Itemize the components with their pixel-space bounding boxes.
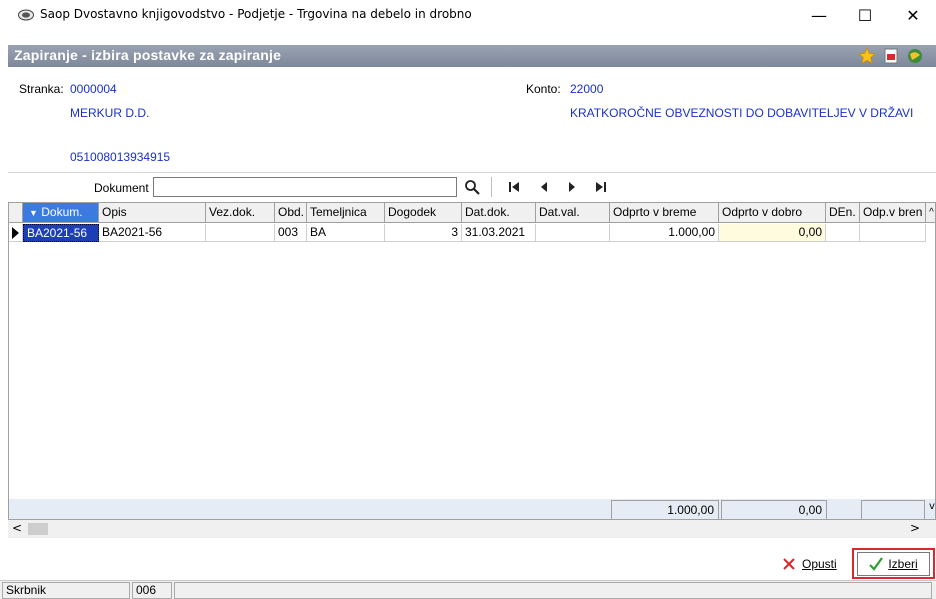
column-header-odp-v-breme[interactable]: Odp.v bren bbox=[860, 203, 926, 223]
next-record-button[interactable] bbox=[562, 178, 582, 196]
cell-odp-v-breme[interactable] bbox=[860, 224, 926, 242]
column-header-dat-dok[interactable]: Dat.dok. bbox=[462, 203, 536, 223]
total-odp-v-breme bbox=[861, 500, 925, 519]
column-header-dogodek[interactable]: Dogodek bbox=[385, 203, 462, 223]
scroll-up-icon[interactable]: ^ bbox=[926, 203, 935, 223]
toolbar-separator bbox=[8, 172, 936, 173]
last-record-icon bbox=[596, 182, 606, 192]
cell-den[interactable] bbox=[826, 224, 860, 242]
column-header-opis[interactable]: Opis bbox=[99, 203, 206, 223]
header-icons bbox=[858, 46, 924, 66]
form-title: Zapiranje - izbira postavke za zapiranje bbox=[14, 47, 282, 63]
status-code: 006 bbox=[132, 582, 172, 599]
column-header-odprto-v-dobro[interactable]: Odprto v dobro bbox=[719, 203, 826, 223]
next-record-icon bbox=[569, 182, 575, 192]
previous-record-button[interactable] bbox=[534, 178, 554, 196]
maximize-button[interactable]: ☐ bbox=[842, 0, 888, 30]
first-record-icon bbox=[509, 182, 519, 192]
stranka-label: Stranka: bbox=[19, 82, 64, 96]
column-header-dat-val[interactable]: Dat.val. bbox=[536, 203, 610, 223]
column-header-temeljnica[interactable]: Temeljnica bbox=[307, 203, 385, 223]
items-grid[interactable]: ▼ Dokum. Opis Vez.dok. Obd. Temeljnica D… bbox=[8, 202, 936, 520]
status-bar: Skrbnik 006 bbox=[0, 580, 936, 599]
status-user: Skrbnik bbox=[2, 582, 130, 599]
cell-dat-val[interactable] bbox=[536, 224, 610, 242]
select-button-face[interactable]: Izberi bbox=[857, 551, 930, 576]
column-header-obd[interactable]: Obd. bbox=[275, 203, 307, 223]
last-record-button[interactable] bbox=[591, 178, 611, 196]
column-header-odprto-v-breme[interactable]: Odprto v breme bbox=[610, 203, 719, 223]
column-header-vez-dok[interactable]: Vez.dok. bbox=[206, 203, 275, 223]
select-button[interactable]: Izberi bbox=[852, 548, 935, 579]
app-logo-icon bbox=[18, 9, 34, 21]
row-indicator bbox=[9, 224, 23, 242]
cell-temeljnica[interactable]: BA bbox=[307, 224, 385, 242]
konto-code: 22000 bbox=[570, 82, 604, 96]
cell-dokum[interactable]: BA2021-56 bbox=[23, 224, 99, 242]
scrollbar-thumb[interactable] bbox=[28, 523, 48, 535]
first-record-button[interactable] bbox=[504, 178, 524, 196]
total-odprto-v-dobro: 0,00 bbox=[721, 500, 827, 519]
window-title: Saop Dvostavno knjigovodstvo - Podjetje … bbox=[40, 7, 472, 21]
cancel-button-label: Opusti bbox=[802, 557, 837, 571]
cell-dogodek[interactable]: 3 bbox=[385, 224, 462, 242]
toolbar-divider bbox=[491, 177, 492, 197]
cell-opis[interactable]: BA2021-56 bbox=[99, 224, 206, 242]
help-globe-icon[interactable] bbox=[906, 47, 924, 65]
checkmark-icon bbox=[869, 556, 884, 571]
current-row-arrow-icon bbox=[12, 227, 19, 239]
column-header-dokum[interactable]: ▼ Dokum. bbox=[23, 203, 99, 223]
close-button[interactable]: ✕ bbox=[890, 0, 936, 30]
search-button[interactable] bbox=[462, 178, 482, 196]
horizontal-scrollbar[interactable]: < > bbox=[8, 520, 936, 538]
scroll-left-icon[interactable]: < bbox=[12, 521, 22, 535]
cancel-button[interactable]: Opusti bbox=[782, 552, 837, 576]
minimize-button[interactable]: — bbox=[796, 0, 842, 30]
scroll-right-icon[interactable]: > bbox=[910, 521, 920, 535]
konto-label: Konto: bbox=[526, 82, 561, 96]
cell-odprto-v-dobro[interactable]: 0,00 bbox=[719, 224, 826, 242]
total-odprto-v-breme: 1.000,00 bbox=[611, 500, 719, 519]
cell-odprto-v-breme[interactable]: 1.000,00 bbox=[610, 224, 719, 242]
pdf-document-icon[interactable] bbox=[882, 47, 900, 65]
cell-obd[interactable]: 003 bbox=[275, 224, 307, 242]
sort-down-icon: ▼ bbox=[29, 208, 38, 218]
stranka-name: MERKUR D.D. bbox=[70, 106, 150, 120]
previous-record-icon bbox=[541, 182, 547, 192]
cancel-x-icon bbox=[783, 558, 795, 570]
column-header-den[interactable]: DEn. bbox=[826, 203, 860, 223]
search-icon bbox=[465, 180, 480, 195]
status-message bbox=[174, 582, 932, 599]
cell-dat-dok[interactable]: 31.03.2021 bbox=[462, 224, 536, 242]
dokument-label: Dokument bbox=[94, 181, 149, 195]
row-indicator-header bbox=[9, 203, 23, 223]
dokument-search-input[interactable] bbox=[153, 177, 457, 197]
konto-name: KRATKOROČNE OBVEZNOSTI DO DOBAVITELJEV V… bbox=[570, 106, 914, 120]
favorite-star-icon[interactable] bbox=[858, 47, 876, 65]
scroll-down-icon[interactable]: v bbox=[926, 501, 935, 512]
stranka-number: 051008013934915 bbox=[70, 150, 171, 164]
stranka-code: 0000004 bbox=[70, 82, 117, 96]
cell-vez-dok[interactable] bbox=[206, 224, 275, 242]
select-button-label: Izberi bbox=[888, 556, 918, 571]
